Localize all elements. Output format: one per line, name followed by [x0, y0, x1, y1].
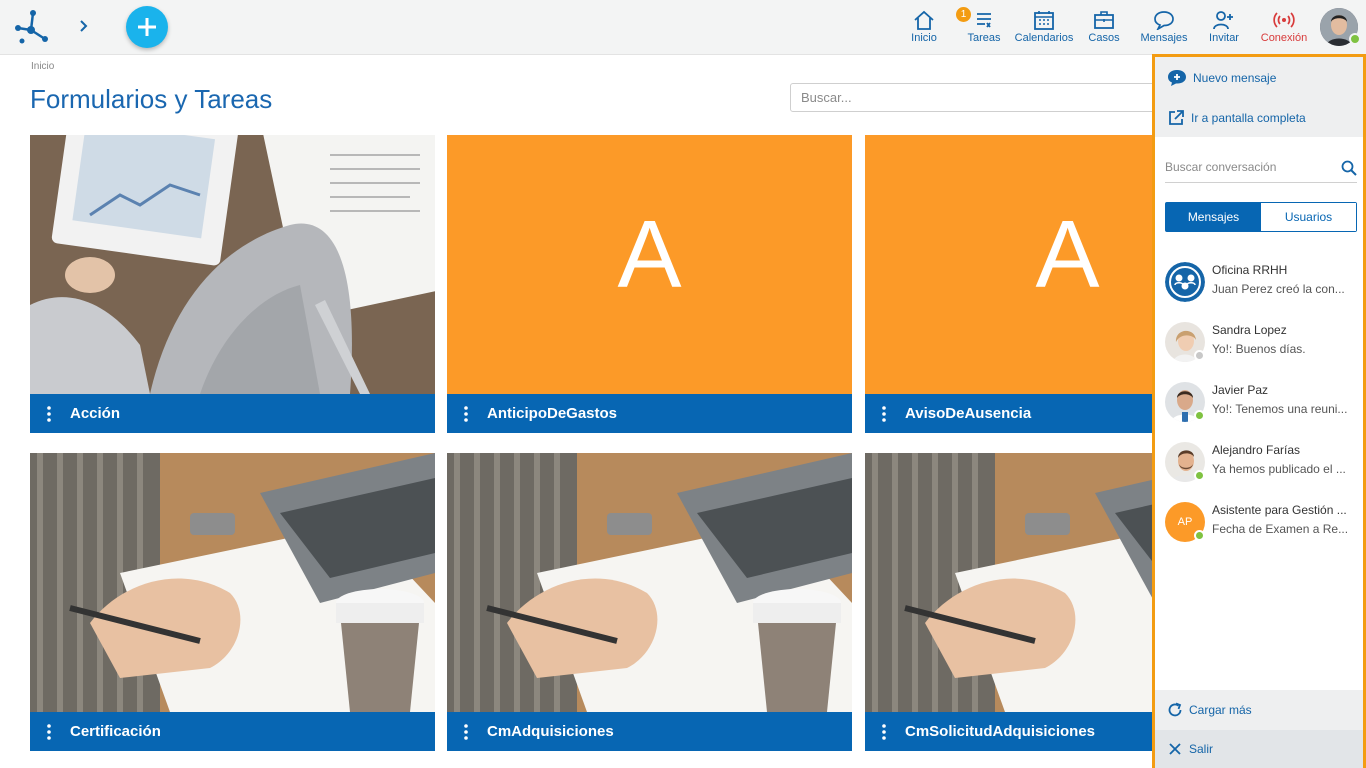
- conversation-preview: Juan Perez creó la con...: [1212, 282, 1345, 296]
- status-indicator: [1194, 350, 1205, 361]
- conversation-item[interactable]: Oficina RRHH Juan Perez creó la con...: [1165, 260, 1359, 304]
- tab-usuarios[interactable]: Usuarios: [1261, 203, 1356, 231]
- card-bar: CmAdquisiciones: [447, 712, 852, 751]
- conversation-preview: Yo!: Tenemos una reuni...: [1212, 402, 1348, 416]
- group-avatar: [1165, 262, 1205, 302]
- home-icon: [914, 10, 934, 30]
- card-bar: AnticipoDeGastos: [447, 394, 852, 433]
- card-bar: Certificación: [30, 712, 435, 751]
- messages-panel: Nuevo mensaje Ir a pantalla completa Men…: [1152, 54, 1366, 768]
- card-title: Certificación: [70, 723, 161, 740]
- status-indicator: [1194, 410, 1205, 421]
- form-card-certificacion[interactable]: Certificación: [30, 453, 435, 751]
- nav-label: Conexión: [1260, 32, 1308, 44]
- nav-casos[interactable]: Casos: [1074, 0, 1134, 55]
- nav-inicio[interactable]: Inicio: [894, 0, 954, 55]
- refresh-icon: [1168, 702, 1182, 717]
- load-more-section: Cargar más: [1155, 690, 1363, 730]
- card-title: CmSolicitudAdquisiciones: [905, 723, 1096, 740]
- full-screen-label: Ir a pantalla completa: [1191, 111, 1306, 125]
- conversation-search: [1165, 153, 1357, 183]
- more-options-icon[interactable]: [463, 724, 469, 740]
- more-options-icon[interactable]: [46, 406, 52, 422]
- add-button[interactable]: [126, 6, 168, 48]
- nav-tareas[interactable]: 1 Tareas: [954, 0, 1014, 55]
- conversation-item[interactable]: Sandra Lopez Yo!: Buenos días.: [1165, 320, 1359, 364]
- more-options-icon[interactable]: [881, 406, 887, 422]
- conversation-preview: Fecha de Examen a Re...: [1212, 522, 1349, 536]
- nav-mensajes[interactable]: Mensajes: [1134, 0, 1194, 55]
- load-more-label: Cargar más: [1189, 703, 1252, 717]
- more-options-icon[interactable]: [463, 406, 469, 422]
- conversation-item[interactable]: AP Asistente para Gestión ... Fecha de E…: [1165, 500, 1359, 544]
- app-logo-icon[interactable]: [12, 8, 50, 46]
- conversation-name: Sandra Lopez: [1212, 323, 1287, 337]
- user-status-indicator: [1349, 33, 1361, 45]
- more-options-icon[interactable]: [46, 724, 52, 740]
- card-bar: Acción: [30, 394, 435, 433]
- more-options-icon[interactable]: [881, 724, 887, 740]
- conversation-name: Javier Paz: [1212, 383, 1269, 397]
- add-user-icon: [1213, 11, 1233, 30]
- connection-icon: [1273, 12, 1295, 28]
- messages-tabs: Mensajes Usuarios: [1165, 202, 1357, 232]
- card-image: [447, 453, 852, 712]
- form-card-cmadquisiciones[interactable]: CmAdquisiciones: [447, 453, 852, 751]
- conversation-preview: Ya hemos publicado el ...: [1212, 462, 1346, 476]
- card-title: AnticipoDeGastos: [487, 405, 618, 422]
- conversation-name: Oficina RRHH: [1212, 263, 1288, 277]
- conversation-search-input[interactable]: [1165, 153, 1335, 181]
- card-letter: A: [617, 201, 682, 308]
- messages-panel-header: Nuevo mensaje Ir a pantalla completa: [1155, 57, 1363, 137]
- conversation-name: Asistente para Gestión ...: [1212, 503, 1347, 517]
- plus-icon: [138, 18, 156, 36]
- conversation-item[interactable]: Javier Paz Yo!: Tenemos una reuni...: [1165, 380, 1359, 424]
- form-card-accion[interactable]: Acción: [30, 135, 435, 433]
- nav-calendarios[interactable]: Calendarios: [1014, 0, 1074, 55]
- search-input[interactable]: [790, 83, 1170, 112]
- card-letter-tile: A: [447, 135, 852, 394]
- tab-mensajes[interactable]: Mensajes: [1166, 203, 1261, 231]
- card-title: Acción: [70, 405, 121, 422]
- nav-conexion[interactable]: Conexión: [1254, 0, 1314, 55]
- full-screen-button[interactable]: Ir a pantalla completa: [1167, 107, 1306, 129]
- open-external-icon: [1169, 110, 1184, 125]
- conversation-item[interactable]: Alejandro Farías Ya hemos publicado el .…: [1165, 440, 1359, 484]
- search-icon[interactable]: [1341, 160, 1357, 176]
- exit-section: Salir: [1155, 730, 1363, 768]
- tasks-icon: [977, 13, 991, 28]
- conversation-name: Alejandro Farías: [1212, 443, 1301, 457]
- page-title: Formularios y Tareas: [30, 84, 273, 114]
- card-title: CmAdquisiciones: [487, 723, 614, 740]
- conversation-preview: Yo!: Buenos días.: [1212, 342, 1306, 356]
- form-card-anticipodegastos[interactable]: A AnticipoDeGastos: [447, 135, 852, 433]
- chat-bubble-icon: [1154, 11, 1174, 30]
- exit-label: Salir: [1189, 742, 1214, 756]
- top-bar: Inicio 1 Tareas Calendarios Casos Mensaj…: [0, 0, 1366, 55]
- close-icon: [1169, 743, 1181, 755]
- status-indicator: [1194, 470, 1205, 481]
- status-indicator: [1194, 530, 1205, 541]
- exit-button[interactable]: Salir: [1167, 738, 1213, 760]
- breadcrumb[interactable]: Inicio: [31, 61, 54, 72]
- card-title: AvisoDeAusencia: [905, 405, 1032, 422]
- briefcase-icon: [1094, 11, 1114, 29]
- new-message-icon: [1168, 70, 1186, 86]
- card-image: [30, 135, 435, 394]
- new-message-button[interactable]: Nuevo mensaje: [1167, 67, 1276, 89]
- nav-invitar[interactable]: Invitar: [1194, 0, 1254, 55]
- expand-menu-icon[interactable]: [74, 15, 94, 37]
- new-message-label: Nuevo mensaje: [1193, 71, 1277, 85]
- load-more-button[interactable]: Cargar más: [1167, 699, 1252, 721]
- tasks-count-badge: 1: [956, 7, 971, 22]
- card-image: [30, 453, 435, 712]
- calendar-icon: [1034, 11, 1054, 30]
